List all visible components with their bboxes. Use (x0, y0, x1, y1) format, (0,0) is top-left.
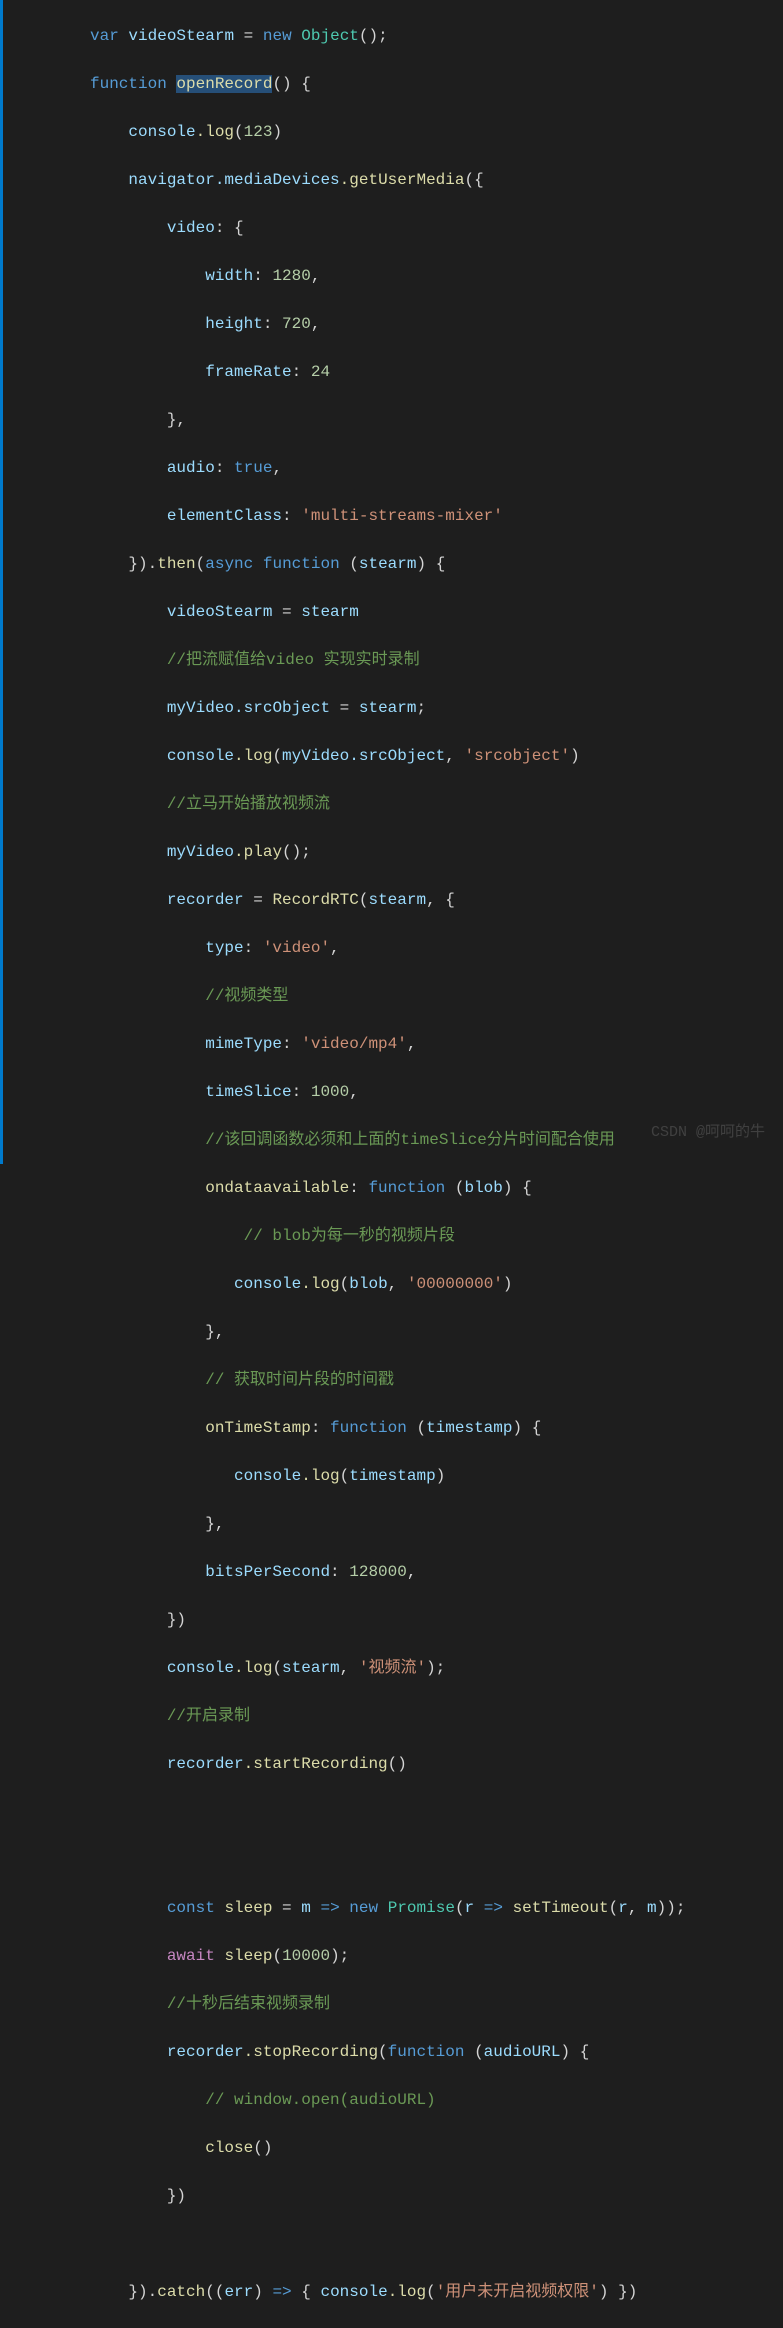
code-line: console.log(timestamp) (90, 1464, 783, 1488)
code-line: // window.open(audioURL) (90, 2088, 783, 2112)
watermark: CSDN @呵呵的牛 (651, 1122, 765, 1145)
code-line: audio: true, (90, 456, 783, 480)
code-line: mimeType: 'video/mp4', (90, 1032, 783, 1056)
code-line: function openRecord() { (90, 72, 783, 96)
code-line: height: 720, (90, 312, 783, 336)
code-editor[interactable]: var videoStearm = new Object(); function… (0, 0, 783, 2328)
code-line: //十秒后结束视频录制 (90, 1992, 783, 2016)
code-line: width: 1280, (90, 264, 783, 288)
code-line: recorder.startRecording() (90, 1752, 783, 1776)
code-line: await sleep(10000); (90, 1944, 783, 1968)
code-line: bitsPerSecond: 128000, (90, 1560, 783, 1584)
code-line: video: { (90, 216, 783, 240)
code-line (90, 1800, 783, 1824)
code-line (90, 1848, 783, 1872)
code-line: timeSlice: 1000, (90, 1080, 783, 1104)
code-line: }, (90, 1320, 783, 1344)
code-line: // blob为每一秒的视频片段 (90, 1224, 783, 1248)
code-line: videoStearm = stearm (90, 600, 783, 624)
code-line: myVideo.srcObject = stearm; (90, 696, 783, 720)
code-line: }).catch((err) => { console.log('用户未开启视频… (90, 2280, 783, 2304)
code-line: elementClass: 'multi-streams-mixer' (90, 504, 783, 528)
code-line: var videoStearm = new Object(); (90, 24, 783, 48)
code-line (90, 2232, 783, 2256)
code-line: // 获取时间片段的时间戳 (90, 1368, 783, 1392)
gutter (0, 0, 45, 1164)
code-line: ondataavailable: function (blob) { (90, 1176, 783, 1200)
code-line: frameRate: 24 (90, 360, 783, 384)
code-line: console.log(blob, '00000000') (90, 1272, 783, 1296)
code-line: myVideo.play(); (90, 840, 783, 864)
code-line: //视频类型 (90, 984, 783, 1008)
code-line: }) (90, 2184, 783, 2208)
code-line: console.log(123) (90, 120, 783, 144)
code-line: //把流赋值给video 实现实时录制 (90, 648, 783, 672)
code-line: //开启录制 (90, 1704, 783, 1728)
code-line: const sleep = m => new Promise(r => setT… (90, 1896, 783, 1920)
code-line: recorder.stopRecording(function (audioUR… (90, 2040, 783, 2064)
code-line: console.log(stearm, '视频流'); (90, 1656, 783, 1680)
code-line: //立马开始播放视频流 (90, 792, 783, 816)
code-line: }) (90, 1608, 783, 1632)
code-line: onTimeStamp: function (timestamp) { (90, 1416, 783, 1440)
code-line: console.log(myVideo.srcObject, 'srcobjec… (90, 744, 783, 768)
code-line: type: 'video', (90, 936, 783, 960)
code-line: }, (90, 1512, 783, 1536)
code-line: navigator.mediaDevices.getUserMedia({ (90, 168, 783, 192)
code-line: recorder = RecordRTC(stearm, { (90, 888, 783, 912)
code-line: close() (90, 2136, 783, 2160)
code-line: }).then(async function (stearm) { (90, 552, 783, 576)
code-line: }, (90, 408, 783, 432)
